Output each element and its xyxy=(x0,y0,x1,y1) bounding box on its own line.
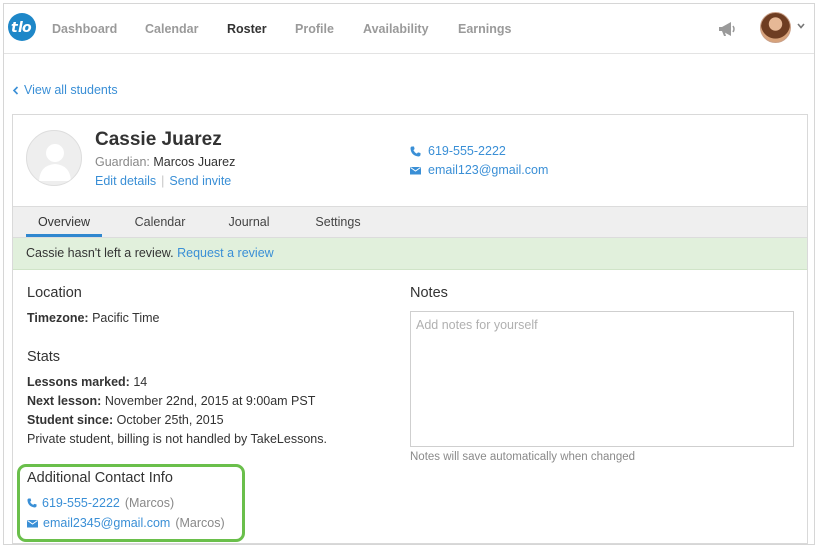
student-phone-link[interactable]: 619-555-2222 xyxy=(410,144,506,158)
student-profile-photo xyxy=(26,130,82,186)
next-lesson-label: Next lesson: xyxy=(27,394,102,408)
app-window: t l o Dashboard Calendar Roster Profile … xyxy=(3,3,815,545)
svg-text:o: o xyxy=(22,20,32,35)
nav-calendar[interactable]: Calendar xyxy=(145,22,199,36)
avatar[interactable] xyxy=(760,12,791,43)
lessons-marked-line: Lessons marked: 14 xyxy=(27,375,147,389)
default-user-icon xyxy=(39,144,71,181)
student-since-line: Student since: October 25th, 2015 xyxy=(27,413,224,427)
tab-journal[interactable]: Journal xyxy=(219,207,279,237)
additional-email-line: email2345@gmail.com (Marcos) xyxy=(27,516,225,530)
nav-dashboard[interactable]: Dashboard xyxy=(52,22,117,36)
additional-phone-line: 619-555-2222 (Marcos) xyxy=(27,496,174,510)
nav-availability[interactable]: Availability xyxy=(363,22,429,36)
student-since-value: October 25th, 2015 xyxy=(116,413,224,427)
location-heading: Location xyxy=(27,285,82,301)
timezone-line: Timezone: Pacific Time xyxy=(27,311,159,325)
nav-roster[interactable]: Roster xyxy=(227,22,267,36)
request-review-link[interactable]: Request a review xyxy=(177,246,274,260)
student-name: Cassie Juarez xyxy=(95,129,222,150)
notes-autosave-hint: Notes will save automatically when chang… xyxy=(410,451,636,463)
lessons-marked-value: 14 xyxy=(133,375,148,389)
chevron-down-icon[interactable] xyxy=(796,21,806,31)
tab-calendar[interactable]: Calendar xyxy=(126,207,194,237)
nav-earnings[interactable]: Earnings xyxy=(458,22,512,36)
view-all-students-link[interactable]: View all students xyxy=(12,83,118,97)
phone-icon xyxy=(410,146,421,156)
edit-details-link[interactable]: Edit details xyxy=(95,174,156,188)
student-since-label: Student since: xyxy=(27,413,114,427)
timezone-label: Timezone: xyxy=(27,311,89,325)
guardian-line: Guardian: Marcos Juarez xyxy=(95,155,235,169)
tab-overview[interactable]: Overview xyxy=(26,207,102,237)
student-email-link[interactable]: email123@gmail.com xyxy=(410,163,548,177)
student-tabs: Overview Calendar Journal Settings xyxy=(13,206,807,238)
guardian-label: Guardian: xyxy=(95,155,150,169)
envelope-icon xyxy=(27,519,38,527)
next-lesson-value: November 22nd, 2015 at 9:00am PST xyxy=(104,394,316,408)
nav-profile[interactable]: Profile xyxy=(295,22,334,36)
next-lesson-line: Next lesson: November 22nd, 2015 at 9:00… xyxy=(27,394,315,408)
notes-heading: Notes xyxy=(410,285,448,301)
phone-icon xyxy=(27,498,37,508)
additional-email-owner: (Marcos) xyxy=(175,516,225,530)
notes-textarea[interactable] xyxy=(410,311,794,447)
stats-heading: Stats xyxy=(27,349,61,365)
chevron-left-icon xyxy=(12,85,19,95)
student-card: Cassie Juarez Guardian: Marcos Juarez Ed… xyxy=(12,114,808,544)
timezone-value: Pacific Time xyxy=(92,311,160,325)
additional-contact-heading: Additional Contact Info xyxy=(27,470,173,486)
guardian-name: Marcos Juarez xyxy=(153,155,236,169)
user-menu[interactable] xyxy=(760,12,806,44)
additional-phone-owner: (Marcos) xyxy=(124,496,175,510)
logo-mark-icon: t l o xyxy=(11,20,32,35)
lessons-marked-label: Lessons marked: xyxy=(27,375,130,389)
card-actions: Edit details | Send invite xyxy=(95,174,231,188)
billing-note: Private student, billing is not handled … xyxy=(27,432,327,446)
envelope-icon xyxy=(410,166,421,174)
review-banner: Cassie hasn't left a review. Request a r… xyxy=(13,238,807,270)
link-separator: | xyxy=(161,174,165,188)
megaphone-icon[interactable] xyxy=(716,18,738,40)
review-status-text: Cassie hasn't left a review. xyxy=(26,246,174,260)
takelessons-logo[interactable]: t l o xyxy=(8,13,36,41)
send-invite-link[interactable]: Send invite xyxy=(169,174,231,188)
student-phone: 619-555-2222 xyxy=(428,144,506,158)
student-email: email123@gmail.com xyxy=(428,163,549,177)
tab-settings[interactable]: Settings xyxy=(306,207,370,237)
additional-email-link[interactable]: email2345@gmail.com xyxy=(43,516,170,530)
back-link-label: View all students xyxy=(24,83,118,97)
top-navigation: t l o Dashboard Calendar Roster Profile … xyxy=(4,4,814,54)
additional-phone-link[interactable]: 619-555-2222 xyxy=(42,496,120,510)
